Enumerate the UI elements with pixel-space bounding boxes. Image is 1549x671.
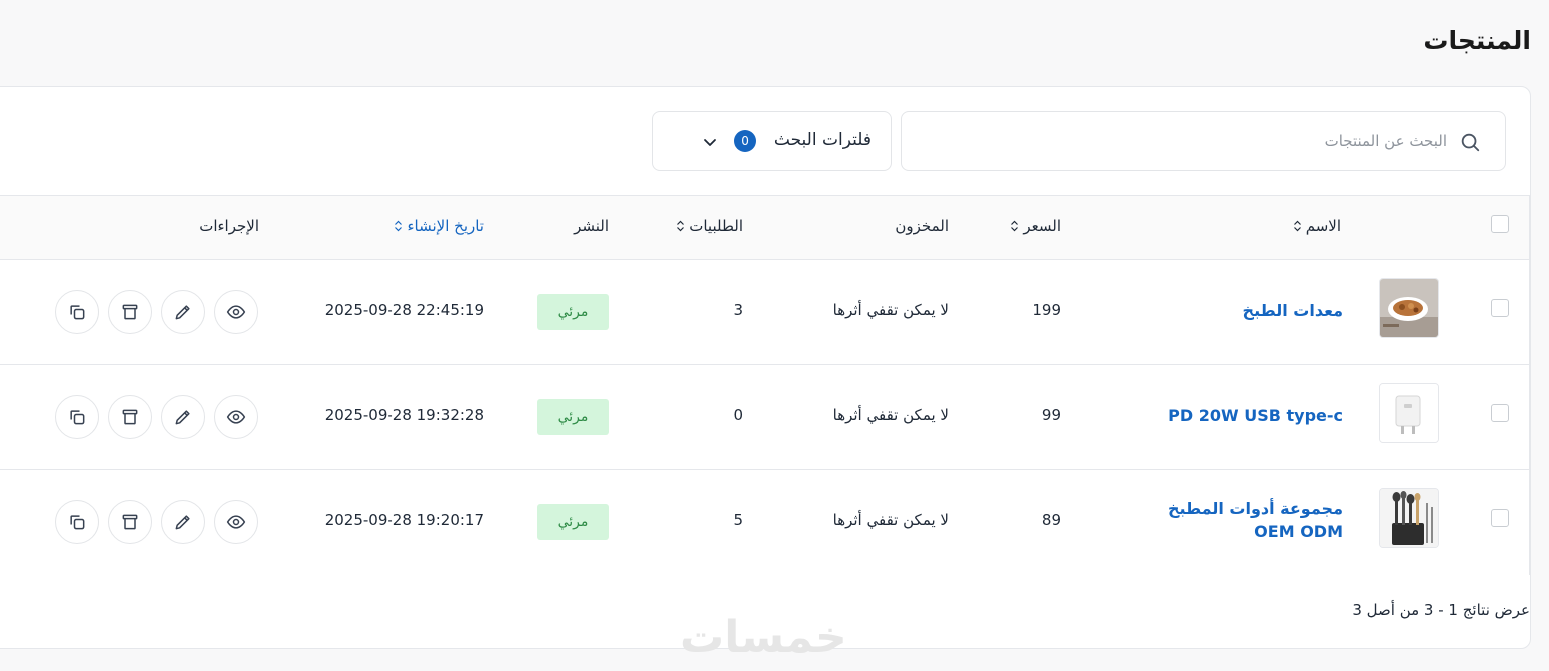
- search-input[interactable]: [927, 124, 1447, 158]
- search-box[interactable]: [901, 111, 1506, 171]
- header-created[interactable]: تاريخ الإنشاء: [394, 217, 484, 235]
- orders-cell: 0: [733, 406, 743, 424]
- eye-icon: [226, 410, 246, 424]
- table-row: PD 20W USB type-c 99 لا يمكن تقفي أثرها …: [0, 365, 1529, 470]
- product-name-line1: مجموعة أدوات المطبخ: [1167, 499, 1343, 518]
- filters-count-badge: 0: [734, 130, 756, 152]
- watermark-logo: خمسات: [680, 612, 847, 663]
- search-filters-button[interactable]: فلترات البحث 0: [652, 111, 892, 171]
- header-name-label: الاسم: [1305, 217, 1341, 235]
- delete-button[interactable]: [108, 395, 152, 439]
- eye-icon: [226, 515, 246, 529]
- products-page: المنتجات فلترات البحث 0 الاسم: [0, 0, 1549, 671]
- table-row: مجموعة أدوات المطبخ OEM ODM 89 لا يمكن ت…: [0, 470, 1529, 575]
- filters-label: فلترات البحث: [773, 130, 871, 150]
- product-name-link[interactable]: PD 20W USB type-c: [1168, 404, 1343, 427]
- chevron-down-icon: [704, 139, 716, 146]
- view-button[interactable]: [214, 395, 258, 439]
- status-badge: مرئي: [537, 504, 609, 540]
- created-date-cell: 2025-09-28 19:20:17: [324, 511, 484, 529]
- page-title: المنتجات: [1423, 26, 1531, 55]
- header-stock-label: المخزون: [895, 217, 949, 235]
- table-row: معدات الطبخ 199 لا يمكن تقفي أثرها 3 مرئ…: [0, 260, 1529, 365]
- pencil-icon: [175, 305, 190, 320]
- products-card: فلترات البحث 0 الاسم السعر المخزون: [0, 86, 1531, 649]
- price-cell: 99: [1041, 406, 1061, 424]
- orders-cell: 3: [733, 301, 743, 319]
- stock-cell: لا يمكن تقفي أثرها: [832, 406, 949, 424]
- sort-icon: [1011, 220, 1019, 232]
- header-created-label: تاريخ الإنشاء: [407, 217, 484, 235]
- product-name-line2: OEM ODM: [1254, 522, 1343, 541]
- status-badge: مرئي: [537, 294, 609, 330]
- pencil-icon: [175, 410, 190, 425]
- kitchen-tools-photo: [1380, 279, 1438, 337]
- trash-icon: [122, 304, 138, 320]
- row-checkbox[interactable]: [1491, 509, 1509, 527]
- duplicate-button[interactable]: [55, 290, 99, 334]
- search-icon: [1461, 133, 1480, 152]
- product-thumbnail[interactable]: [1379, 278, 1439, 338]
- product-name-link[interactable]: مجموعة أدوات المطبخ OEM ODM: [1168, 497, 1343, 543]
- row-checkbox[interactable]: [1491, 404, 1509, 422]
- select-all-checkbox[interactable]: [1491, 215, 1509, 233]
- pencil-icon: [175, 515, 190, 530]
- sort-icon: [1293, 220, 1301, 232]
- product-name-link[interactable]: معدات الطبخ: [1243, 299, 1343, 322]
- price-cell: 89: [1041, 511, 1061, 529]
- table-header: الاسم السعر المخزون الطلبيات النشر تاريخ…: [0, 196, 1529, 260]
- header-orders[interactable]: الطلبيات: [676, 217, 743, 235]
- usb-charger-photo: [1380, 384, 1438, 442]
- utensil-set-photo: [1380, 489, 1438, 547]
- edit-button[interactable]: [161, 290, 205, 334]
- edit-button[interactable]: [161, 395, 205, 439]
- status-badge: مرئي: [537, 399, 609, 435]
- duplicate-button[interactable]: [55, 500, 99, 544]
- header-price[interactable]: السعر: [1010, 217, 1061, 235]
- sort-icon: [395, 220, 403, 232]
- header-publish-label: النشر: [574, 217, 609, 235]
- edit-button[interactable]: [161, 500, 205, 544]
- products-table: الاسم السعر المخزون الطلبيات النشر تاريخ…: [0, 195, 1530, 575]
- created-date-cell: 2025-09-28 22:45:19: [324, 301, 484, 319]
- header-publish: النشر: [574, 217, 609, 235]
- trash-icon: [122, 514, 138, 530]
- row-checkbox[interactable]: [1491, 299, 1509, 317]
- eye-icon: [226, 305, 246, 319]
- created-date-cell: 2025-09-28 19:32:28: [324, 406, 484, 424]
- orders-cell: 5: [733, 511, 743, 529]
- header-actions: الإجراءات: [199, 217, 259, 235]
- view-button[interactable]: [214, 500, 258, 544]
- stock-cell: لا يمكن تقفي أثرها: [832, 301, 949, 319]
- product-thumbnail[interactable]: [1379, 383, 1439, 443]
- view-button[interactable]: [214, 290, 258, 334]
- results-count-text: عرض نتائج 1 - 3 من أصل 3: [1352, 601, 1530, 619]
- delete-button[interactable]: [108, 290, 152, 334]
- trash-icon: [122, 409, 138, 425]
- copy-icon: [70, 410, 85, 425]
- delete-button[interactable]: [108, 500, 152, 544]
- header-actions-label: الإجراءات: [199, 217, 259, 235]
- header-name[interactable]: الاسم: [1293, 217, 1341, 235]
- price-cell: 199: [1032, 301, 1061, 319]
- sort-icon: [677, 220, 685, 232]
- copy-icon: [70, 305, 85, 320]
- copy-icon: [70, 515, 85, 530]
- stock-cell: لا يمكن تقفي أثرها: [832, 511, 949, 529]
- header-orders-label: الطلبيات: [689, 217, 743, 235]
- duplicate-button[interactable]: [55, 395, 99, 439]
- header-price-label: السعر: [1023, 217, 1061, 235]
- product-thumbnail[interactable]: [1379, 488, 1439, 548]
- header-stock: المخزون: [895, 217, 949, 235]
